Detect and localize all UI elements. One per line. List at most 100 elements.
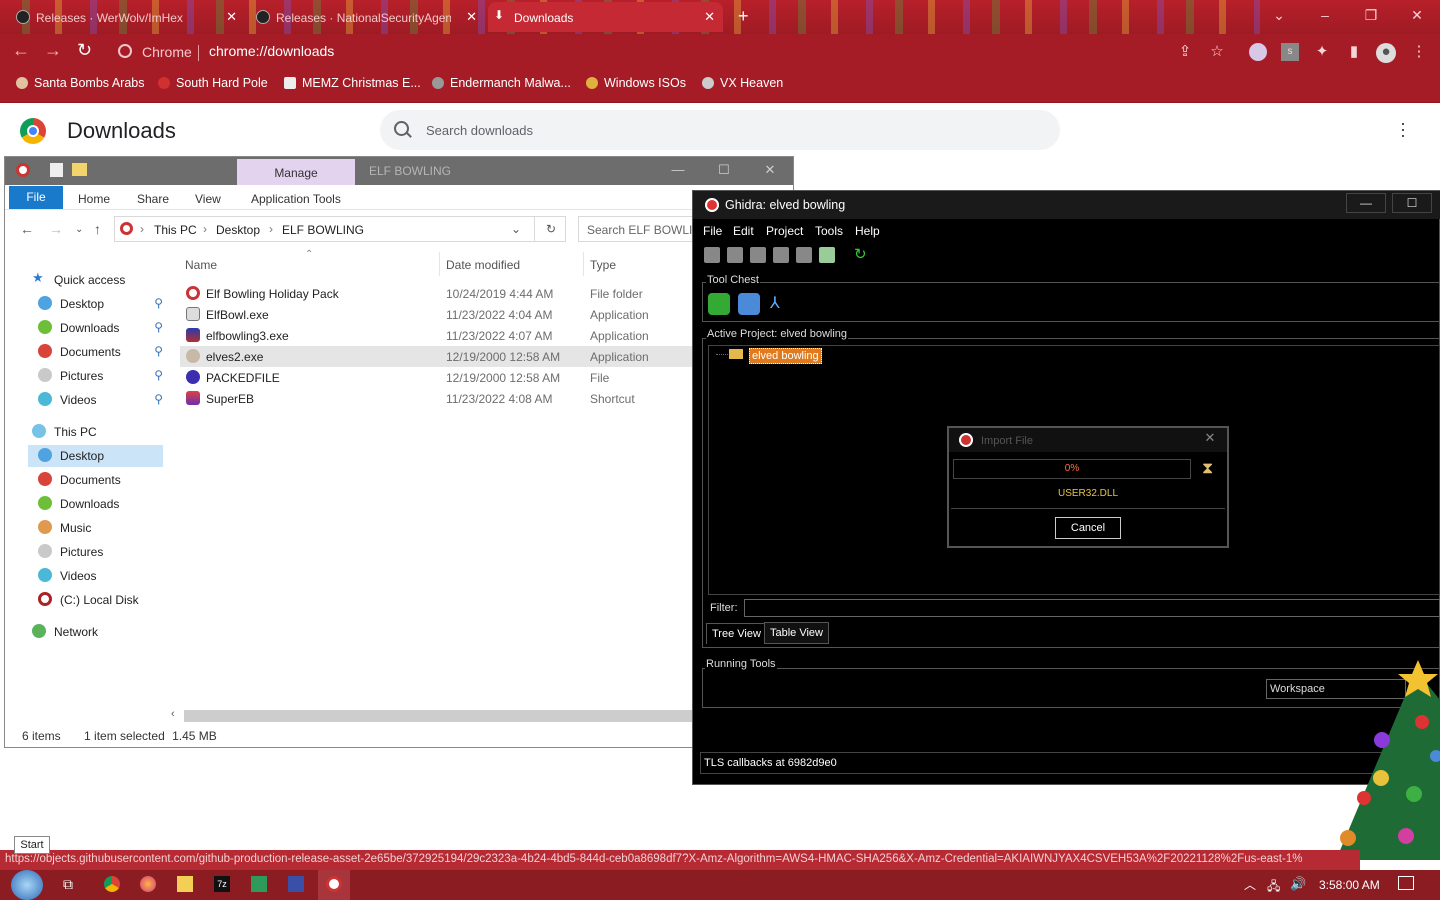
- open-project-icon[interactable]: [727, 247, 743, 263]
- nav-item-music[interactable]: Music: [28, 517, 163, 539]
- bookmark-item[interactable]: Windows ISOs: [586, 76, 686, 90]
- puzzle-icon[interactable]: ✦: [1313, 43, 1331, 61]
- codebrowser-dragon-icon[interactable]: [708, 293, 730, 315]
- horizontal-scrollbar[interactable]: ‹: [168, 708, 692, 724]
- bookmark-item[interactable]: South Hard Pole: [158, 76, 268, 90]
- extension-icon[interactable]: s: [1281, 43, 1299, 61]
- search-input[interactable]: Search downloads: [380, 110, 1060, 150]
- maximize-button[interactable]: ☐: [706, 158, 742, 182]
- more-options-icon[interactable]: · · ·: [1400, 114, 1412, 144]
- ghidra-taskbar-icon[interactable]: [326, 876, 342, 892]
- nav-item-videos[interactable]: Videos: [28, 565, 163, 587]
- back-button[interactable]: ←: [20, 221, 34, 237]
- forward-button[interactable]: →: [44, 40, 62, 61]
- breadcrumb[interactable]: This PC: [154, 223, 197, 237]
- filter-input[interactable]: [744, 599, 1440, 617]
- menu-item-file[interactable]: File: [703, 224, 722, 238]
- extension-icon[interactable]: [1249, 43, 1267, 61]
- chrome-taskbar-icon[interactable]: [104, 876, 120, 892]
- file-row[interactable]: PACKEDFILE 12/19/2000 12:58 AM File: [180, 367, 692, 388]
- breadcrumb[interactable]: Desktop: [216, 223, 260, 237]
- close-icon[interactable]: ✕: [704, 9, 715, 25]
- firefox-taskbar-icon[interactable]: [140, 876, 156, 892]
- file-row[interactable]: ElfBowl.exe 11/23/2022 4:04 AM Application: [180, 304, 692, 325]
- ribbon-tab-view[interactable]: View: [195, 192, 221, 206]
- bookmark-item[interactable]: MEMZ Christmas E...: [284, 76, 421, 90]
- search-input[interactable]: Search ELF BOWLING: [578, 216, 698, 242]
- clock[interactable]: 3:58:00 AM: [1319, 878, 1380, 892]
- file-explorer-taskbar-icon[interactable]: [177, 876, 193, 892]
- nav-item-pictures[interactable]: Pictures: [28, 541, 163, 563]
- minimize-button[interactable]: —: [660, 158, 696, 182]
- nav-item-local-disk[interactable]: (C:) Local Disk: [28, 589, 163, 611]
- nav-item-downloads[interactable]: Downloads: [28, 493, 163, 515]
- properties-icon[interactable]: [50, 163, 63, 177]
- tab-table-view[interactable]: Table View: [764, 622, 829, 644]
- restore-button[interactable]: ❐: [1348, 0, 1394, 30]
- star-icon[interactable]: ☆: [1208, 43, 1226, 61]
- tab-ghidra-releases[interactable]: Releases · NationalSecurityAgen ✕: [250, 2, 485, 32]
- menu-item-tools[interactable]: Tools: [815, 224, 843, 238]
- column-header-name[interactable]: Name: [185, 258, 217, 272]
- maximize-button[interactable]: ☐: [1392, 193, 1432, 213]
- menu-item-help[interactable]: Help: [855, 224, 880, 238]
- nav-network[interactable]: Network: [22, 621, 157, 643]
- file-row[interactable]: SuperEB 11/23/2022 4:08 AM Shortcut: [180, 388, 692, 409]
- reload-button[interactable]: ↻: [77, 40, 92, 61]
- bookmark-item[interactable]: Santa Bombs Arabs: [16, 76, 144, 90]
- recent-locations-button[interactable]: ⌄: [75, 224, 83, 235]
- app-taskbar-icon[interactable]: [251, 876, 267, 892]
- omnibox[interactable]: Chrome chrome://downloads: [108, 40, 1170, 64]
- back-button[interactable]: ←: [12, 40, 30, 61]
- start-button[interactable]: [11, 870, 43, 900]
- refresh-icon[interactable]: ↻: [854, 247, 870, 263]
- project-tree-node[interactable]: elved bowling: [749, 348, 822, 364]
- menu-item-project[interactable]: Project: [766, 224, 803, 238]
- folder-icon[interactable]: [72, 163, 87, 176]
- nav-item-videos[interactable]: Videos ⚲: [28, 389, 163, 411]
- nav-item-desktop[interactable]: Desktop ⚲: [28, 293, 163, 315]
- close-project-icon[interactable]: [773, 247, 789, 263]
- nav-quick-access[interactable]: ★ Quick access: [22, 269, 157, 291]
- share-icon[interactable]: ⇪: [1176, 43, 1194, 61]
- save-project-icon[interactable]: [750, 247, 766, 263]
- network-icon[interactable]: 🖧: [1267, 877, 1280, 898]
- tab-imhex[interactable]: Releases · WerWolv/ImHex ✕: [10, 2, 245, 32]
- refresh-button[interactable]: ↻: [534, 216, 567, 242]
- ribbon-tab-home[interactable]: Home: [78, 192, 110, 206]
- ribbon-tab-application-tools[interactable]: Application Tools: [251, 192, 341, 206]
- new-tab-button[interactable]: +: [738, 6, 749, 27]
- minimize-button[interactable]: —: [1346, 193, 1386, 213]
- 7zip-taskbar-icon[interactable]: 7z: [214, 876, 230, 892]
- column-header-type[interactable]: Type: [590, 258, 616, 272]
- file-row[interactable]: elves2.exe 12/19/2000 12:58 AM Application: [180, 346, 692, 367]
- column-header-date[interactable]: Date modified: [446, 258, 520, 272]
- close-window-button[interactable]: ✕: [752, 158, 788, 182]
- bookmark-item[interactable]: VX Heaven: [702, 76, 783, 90]
- debugger-icon[interactable]: [738, 293, 760, 315]
- manage-tab[interactable]: Manage: [237, 159, 355, 185]
- connect-icon[interactable]: [819, 247, 835, 263]
- file-row[interactable]: Elf Bowling Holiday Pack 10/24/2019 4:44 …: [180, 283, 692, 304]
- delete-project-icon[interactable]: [796, 247, 812, 263]
- close-icon[interactable]: ✕: [1196, 428, 1224, 448]
- nav-item-downloads[interactable]: Downloads ⚲: [28, 317, 163, 339]
- tab-downloads[interactable]: ⬇ Downloads ✕: [488, 2, 723, 32]
- nav-item-documents[interactable]: Documents ⚲: [28, 341, 163, 363]
- side-panel-icon[interactable]: ▮: [1345, 43, 1363, 61]
- cancel-button[interactable]: Cancel: [1055, 517, 1121, 539]
- version-tracking-icon[interactable]: ⅄: [770, 293, 788, 315]
- file-row[interactable]: elfbowling3.exe 11/23/2022 4:07 AM Applica…: [180, 325, 692, 346]
- app-taskbar-icon[interactable]: [288, 876, 304, 892]
- close-icon[interactable]: ✕: [466, 9, 477, 25]
- up-button[interactable]: ↑: [94, 221, 101, 237]
- nav-item-pictures[interactable]: Pictures ⚲: [28, 365, 163, 387]
- close-window-button[interactable]: ✕: [1394, 0, 1440, 30]
- bookmark-item[interactable]: Endermanch Malwa...: [432, 76, 571, 90]
- chevron-down-icon[interactable]: ⌄: [1256, 0, 1302, 30]
- ribbon-tab-file[interactable]: File: [9, 186, 63, 209]
- tab-tree-view[interactable]: Tree View: [706, 623, 767, 644]
- profile-avatar[interactable]: ●: [1376, 43, 1396, 63]
- new-project-icon[interactable]: [704, 247, 720, 263]
- forward-button[interactable]: →: [49, 221, 63, 237]
